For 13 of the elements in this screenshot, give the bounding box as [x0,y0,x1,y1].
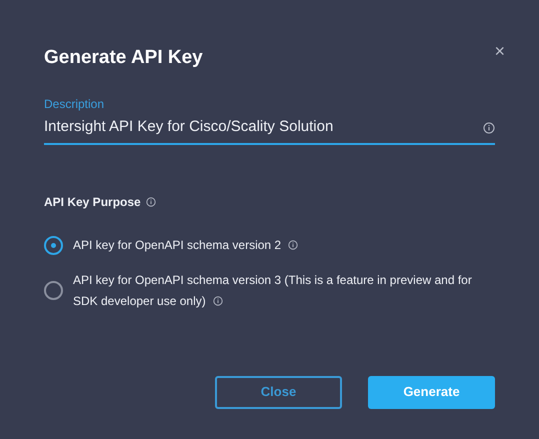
info-icon[interactable] [288,240,298,250]
close-button[interactable]: Close [215,376,342,408]
info-icon[interactable] [213,296,224,306]
description-field[interactable]: Intersight API Key for Cisco/Scality Solution [44,116,495,144]
field-label: Description [44,96,106,112]
radio-label: API key for OpenAPI schema version 3 (This is a feature in preview and for SDK developer use only) [73,272,473,310]
info-icon[interactable] [146,196,156,206]
dialog-title: Generate API Key [44,46,203,70]
radio-label: API key for OpenAPI schema version 2 [73,234,493,256]
radio-button[interactable] [44,281,63,300]
info-icon[interactable] [483,122,495,134]
radio-button[interactable] [44,236,63,254]
section-label: API Key Purpose [44,194,141,210]
